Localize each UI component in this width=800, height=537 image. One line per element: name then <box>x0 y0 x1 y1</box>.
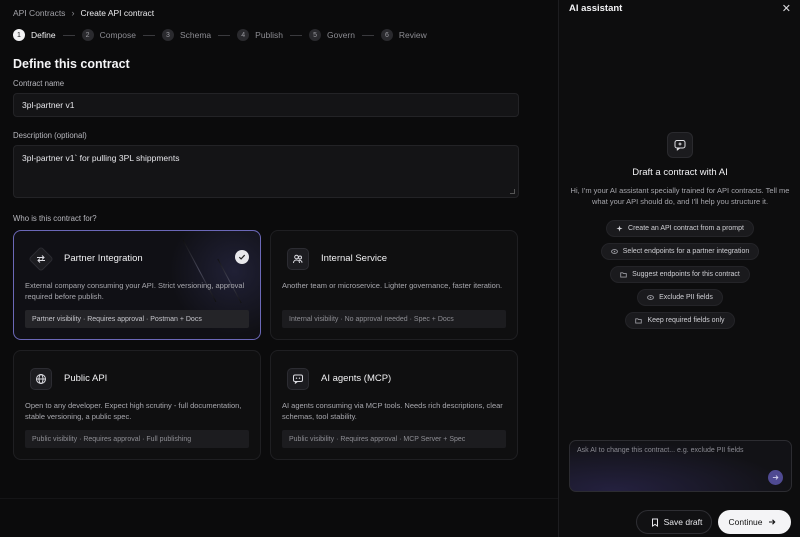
suggestion-list: Create an API contract from a prompt Sel… <box>559 220 800 335</box>
card-title: Internal Service <box>321 253 388 264</box>
save-draft-button[interactable]: Save draft <box>636 510 712 534</box>
step-compose[interactable]: 2 Compose <box>81 29 136 41</box>
card-description: AI agents consuming via MCP tools. Needs… <box>282 401 503 421</box>
step-label: Compose <box>99 30 136 40</box>
ai-intro-text: Hi, I'm your AI assistant specially trai… <box>570 186 790 206</box>
ai-heading: Draft a contract with AI <box>632 167 728 178</box>
step-label: Review <box>398 30 427 40</box>
card-tags: Partner visibility · Requires approval ·… <box>25 310 249 328</box>
close-icon[interactable]: ✕ <box>782 2 791 15</box>
step-publish[interactable]: 4 Publish <box>237 29 283 41</box>
card-tags: Public visibility · Requires approval · … <box>282 430 506 448</box>
description-label: Description (optional) <box>13 131 87 140</box>
globe-icon <box>30 368 52 390</box>
main-panel: API Contracts › Create API contract 1 De… <box>0 0 558 537</box>
ai-agent-icon <box>287 368 309 390</box>
arrow-right-icon <box>768 519 775 525</box>
card-title: Partner Integration <box>64 253 143 264</box>
sparkle-icon <box>616 225 623 232</box>
breadcrumb-current: Create API contract <box>80 8 155 18</box>
card-tags: Internal visibility · No approval needed… <box>282 310 506 328</box>
step-number: 2 <box>81 29 94 41</box>
audience-label: Who is this contract for? <box>13 214 97 223</box>
arrows-exchange-icon <box>28 246 54 272</box>
card-title: Public API <box>64 373 108 384</box>
step-number: 6 <box>380 29 393 41</box>
step-label: Define <box>31 30 56 40</box>
continue-label: Continue <box>728 517 763 527</box>
contract-name-input[interactable]: 3pl-partner v1 <box>13 93 519 117</box>
step-number: 3 <box>161 29 174 41</box>
suggestion-chip[interactable]: Create an API contract from a prompt <box>606 220 754 237</box>
description-textarea[interactable]: 3pl-partner v1` for pulling 3PL shippmen… <box>13 145 519 198</box>
step-connector <box>361 34 374 36</box>
check-icon <box>235 250 249 264</box>
save-draft-label: Save draft <box>663 517 703 527</box>
card-internal-service[interactable]: Internal Service Another team or microse… <box>270 230 518 340</box>
step-number: 5 <box>309 29 322 41</box>
step-connector <box>142 34 155 36</box>
card-ai-agents-mcp[interactable]: AI agents (MCP) AI agents consuming via … <box>270 350 518 460</box>
suggestion-label: Suggest endpoints for this contract <box>632 271 740 278</box>
card-public-api[interactable]: Public API Open to any developer. Expect… <box>13 350 261 460</box>
ai-prompt-placeholder: Ask AI to change this contract... e.g. e… <box>577 447 744 454</box>
ai-prompt-input[interactable]: Ask AI to change this contract... e.g. e… <box>569 440 792 492</box>
suggestion-chip[interactable]: Select endpoints for a partner integrati… <box>600 243 760 260</box>
suggestion-label: Create an API contract from a prompt <box>628 225 744 232</box>
card-description: Open to any developer. Expect high scrut… <box>25 401 242 421</box>
chevron-right-icon: › <box>71 8 75 18</box>
suggestion-label: Exclude PII fields <box>659 294 713 301</box>
step-review[interactable]: 6 Review <box>380 29 427 41</box>
step-number: 1 <box>13 29 25 41</box>
contract-name-value: 3pl-partner v1 <box>22 100 75 110</box>
description-value: 3pl-partner v1` for pulling 3PL shippmen… <box>22 153 180 163</box>
card-partner-integration[interactable]: Partner Integration External company con… <box>13 230 261 340</box>
bookmark-icon <box>651 518 658 527</box>
card-title: AI agents (MCP) <box>321 373 392 384</box>
step-label: Publish <box>255 30 284 40</box>
folder-icon <box>635 318 643 324</box>
step-schema[interactable]: 3 Schema <box>161 29 212 41</box>
breadcrumb: API Contracts › Create API contract <box>13 8 154 18</box>
step-connector <box>218 34 231 36</box>
step-label: Govern <box>327 30 355 40</box>
continue-button[interactable]: Continue <box>718 510 791 534</box>
step-number: 4 <box>237 29 250 41</box>
suggestion-chip[interactable]: Suggest endpoints for this contract <box>610 266 750 283</box>
page-title: Define this contract <box>13 57 130 71</box>
breadcrumb-parent[interactable]: API Contracts <box>13 8 65 18</box>
suggestion-chip[interactable]: Keep required fields only <box>625 312 735 329</box>
step-label: Schema <box>179 30 212 40</box>
card-description: Another team or microservice. Lighter go… <box>282 281 503 290</box>
step-govern[interactable]: 5 Govern <box>309 29 355 41</box>
ai-panel-title: AI assistant <box>569 3 623 14</box>
send-button[interactable] <box>768 470 783 485</box>
card-description: External company consuming your API. Str… <box>25 281 245 301</box>
suggestion-label: Keep required fields only <box>647 317 725 324</box>
folder-icon <box>620 272 627 278</box>
ai-chat-icon <box>667 132 693 158</box>
users-icon <box>287 248 309 270</box>
step-connector <box>290 34 303 36</box>
stepper: 1 Define 2 Compose 3 Schema 4 Publish 5 … <box>13 29 427 41</box>
step-connector <box>62 34 75 36</box>
suggestion-chip[interactable]: Exclude PII fields <box>637 289 723 306</box>
card-tags: Public visibility · Requires approval · … <box>25 430 249 448</box>
divider <box>0 498 558 499</box>
resize-handle[interactable] <box>510 189 515 194</box>
step-define[interactable]: 1 Define <box>13 29 56 41</box>
contract-name-label: Contract name <box>13 79 65 88</box>
suggestion-label: Select endpoints for a partner integrati… <box>622 248 750 255</box>
arrow-right-icon <box>772 475 779 480</box>
eye-icon <box>610 249 618 254</box>
ai-assistant-panel: AI assistant ✕ Draft a contract with AI … <box>558 0 800 537</box>
eye-icon <box>647 295 655 300</box>
